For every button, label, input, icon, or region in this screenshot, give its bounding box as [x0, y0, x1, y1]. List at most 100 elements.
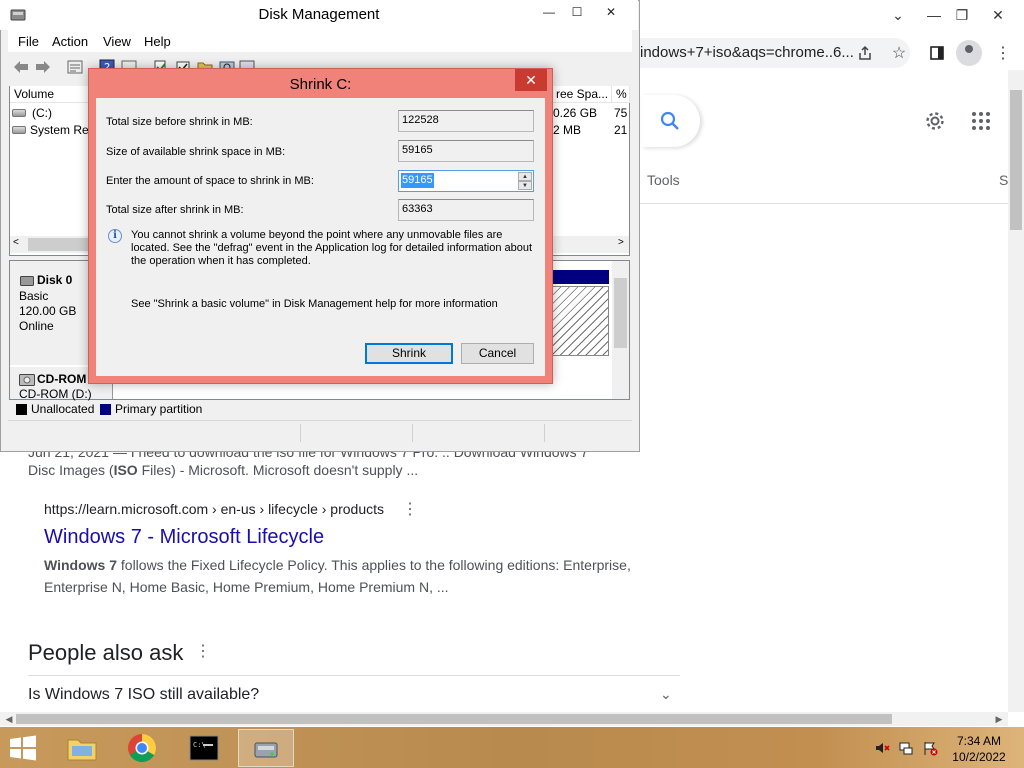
- tab-partial[interactable]: S: [999, 172, 1008, 188]
- close-icon[interactable]: ✕: [515, 69, 547, 91]
- bookmark-star-icon[interactable]: ☆: [886, 40, 912, 66]
- drive-icon: [12, 126, 26, 134]
- disk-icon: [20, 276, 34, 286]
- tabs-divider: [640, 203, 1010, 204]
- clock-date: 10/2/2022: [952, 750, 1006, 764]
- disk0-name: Disk 0: [37, 273, 73, 287]
- column-volume[interactable]: Volume: [10, 86, 90, 103]
- page-horizontal-scroll-thumb[interactable]: [16, 714, 892, 724]
- volume-row-label[interactable]: (C:): [32, 106, 52, 120]
- menu-action[interactable]: Action: [52, 34, 88, 49]
- search-button[interactable]: [642, 95, 700, 147]
- total-before-value: 122528: [398, 110, 534, 132]
- info-text: You cannot shrink a volume beyond the po…: [131, 229, 533, 267]
- partition-header[interactable]: [552, 270, 609, 284]
- maximize-icon[interactable]: ☐: [562, 0, 592, 24]
- chevron-down-icon[interactable]: ⌄: [880, 0, 916, 30]
- volume-row-pct: 75: [614, 106, 628, 120]
- scroll-right-arrow-icon[interactable]: ▶: [992, 712, 1006, 726]
- disk0-status: Online: [19, 319, 54, 333]
- result-more-icon[interactable]: ⋮: [402, 501, 418, 519]
- shrink-button[interactable]: Shrink: [365, 343, 453, 364]
- spin-up-icon[interactable]: ▲: [518, 172, 532, 181]
- share-icon[interactable]: [852, 40, 878, 66]
- cdrom-drive: CD-ROM (D:): [19, 387, 92, 401]
- legend-primary-swatch: [100, 404, 111, 415]
- available-space-label: Size of available shrink space in MB:: [106, 146, 286, 158]
- chrome-menu-icon[interactable]: ⋮: [990, 40, 1016, 66]
- cancel-button[interactable]: Cancel: [461, 343, 534, 364]
- paa-question[interactable]: Is Windows 7 ISO still available?: [28, 686, 259, 704]
- paa-more-icon[interactable]: ⋮: [195, 643, 211, 661]
- forward-arrow-icon[interactable]: [34, 58, 52, 76]
- disk-management-icon: [254, 742, 278, 758]
- shrink-amount-input[interactable]: 59165: [401, 173, 434, 188]
- chevron-down-icon[interactable]: ⌄: [660, 686, 672, 703]
- volume-row-free: 2 MB: [553, 123, 582, 137]
- restore-icon[interactable]: ❐: [944, 0, 980, 30]
- profile-avatar-icon[interactable]: [956, 40, 982, 66]
- action-center-flag-icon[interactable]: [922, 740, 938, 756]
- page-vertical-scroll-thumb[interactable]: [1010, 90, 1022, 230]
- command-prompt-icon: C:\: [189, 735, 219, 761]
- close-icon[interactable]: ✕: [980, 0, 1016, 30]
- volume-muted-icon[interactable]: [874, 740, 890, 756]
- result-title-link[interactable]: Windows 7 - Microsoft Lifecycle: [44, 526, 324, 549]
- available-space-value: 59165: [398, 140, 534, 162]
- windows-start-icon[interactable]: [6, 733, 40, 763]
- close-icon[interactable]: ✕: [592, 0, 630, 24]
- shrink-dialog-title: Shrink C:: [289, 76, 352, 93]
- apps-grid-icon[interactable]: [968, 108, 994, 134]
- total-after-label: Total size after shrink in MB:: [106, 204, 244, 216]
- status-divider: [300, 424, 301, 442]
- settings-gear-icon[interactable]: [922, 108, 948, 134]
- info-icon: i: [108, 229, 122, 243]
- total-before-label: Total size before shrink in MB:: [106, 116, 253, 128]
- legend-unallocated-label: Unallocated: [31, 402, 95, 416]
- help-text: See "Shrink a basic volume" in Disk Mana…: [131, 298, 498, 310]
- search-icon: [660, 111, 679, 130]
- folder-icon: [67, 739, 97, 761]
- volume-row-pct: 21: [614, 123, 628, 137]
- column-percent-free[interactable]: % F: [612, 86, 630, 103]
- shrink-amount-label: Enter the amount of space to shrink in M…: [106, 175, 314, 187]
- disk0-size: 120.00 GB: [19, 304, 77, 318]
- total-after-value: 63363: [398, 199, 534, 221]
- cdrom-icon: [19, 374, 35, 386]
- menu-view[interactable]: View: [103, 34, 131, 49]
- taskbar-chrome[interactable]: [114, 729, 170, 767]
- tab-tools[interactable]: Tools: [647, 172, 680, 188]
- menu-bar: [8, 30, 632, 52]
- drive-icon: [12, 109, 26, 117]
- spin-down-icon[interactable]: ▼: [518, 181, 532, 190]
- side-panel-icon[interactable]: [924, 40, 950, 66]
- scroll-left-arrow-icon[interactable]: <: [13, 237, 19, 248]
- result-snippet: Disc Images (ISO Files) - Microsoft. Mic…: [28, 462, 419, 478]
- menu-help[interactable]: Help: [144, 34, 171, 49]
- scroll-left-arrow-icon[interactable]: ◀: [2, 712, 16, 726]
- result-url[interactable]: https://learn.microsoft.com › en-us › li…: [44, 501, 384, 517]
- menu-file[interactable]: File: [18, 34, 39, 49]
- divider: [28, 675, 680, 676]
- chrome-icon: [128, 734, 156, 762]
- status-bar: [8, 420, 632, 444]
- system-clock[interactable]: 7:34 AM 10/2/2022: [946, 733, 1012, 765]
- volume-row-label[interactable]: System Res: [30, 123, 95, 137]
- minimize-icon[interactable]: —: [534, 0, 564, 24]
- back-arrow-icon[interactable]: [12, 58, 30, 76]
- taskbar-disk-management[interactable]: [238, 729, 294, 767]
- status-divider: [412, 424, 413, 442]
- result-snippet: Windows 7 follows the Fixed Lifecycle Po…: [44, 557, 631, 595]
- legend-unallocated-swatch: [16, 404, 27, 415]
- status-divider: [544, 424, 545, 442]
- volume-row-free: 0.26 GB: [553, 106, 598, 120]
- partition-block[interactable]: [552, 286, 609, 356]
- people-also-ask-heading: People also ask: [28, 640, 184, 665]
- taskbar-file-explorer[interactable]: [54, 729, 110, 767]
- network-icon[interactable]: [898, 740, 914, 756]
- graph-vscroll-thumb[interactable]: [614, 278, 627, 348]
- scroll-right-arrow-icon[interactable]: >: [618, 237, 624, 248]
- taskbar-cmd[interactable]: C:\: [176, 729, 232, 767]
- properties-icon[interactable]: [66, 58, 84, 76]
- column-free-space[interactable]: ree Spa...: [552, 86, 612, 103]
